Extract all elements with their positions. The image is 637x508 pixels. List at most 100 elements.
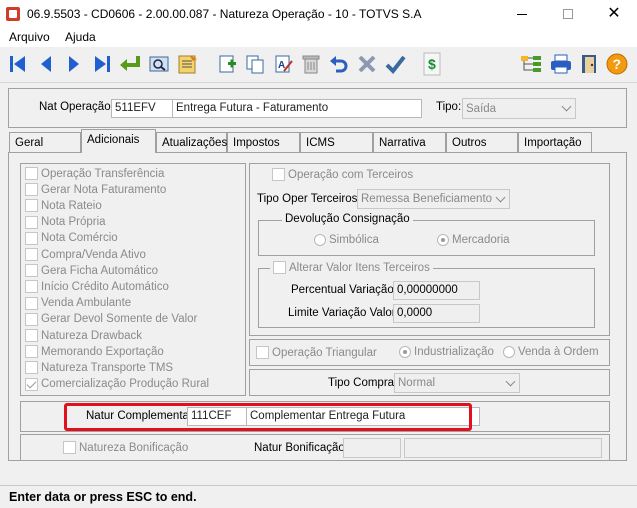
flag-checkbox[interactable]: [25, 345, 38, 359]
exit-button[interactable]: [576, 51, 602, 77]
nat-operacao-desc-field[interactable]: Entrega Futura - Faturamento: [172, 99, 422, 118]
edit-button[interactable]: A: [270, 51, 296, 77]
flag-check-item[interactable]: Gerar Devol Somente de Valor: [25, 312, 197, 326]
flag-check-item[interactable]: Gerar Nota Faturamento: [25, 183, 166, 197]
flags-frame: Operação Transferência Gerar Nota Faturam…: [20, 163, 246, 396]
first-record-button[interactable]: [5, 51, 31, 77]
prev-record-button[interactable]: [33, 51, 59, 77]
natureza-bonificacao-checkbox[interactable]: [63, 441, 76, 454]
flag-label: Gera Ficha Automático: [41, 264, 158, 277]
tab-icms[interactable]: ICMS: [300, 132, 373, 152]
radio-mercadoria-label: Mercadoria: [452, 234, 510, 246]
prev-record-icon: [41, 56, 51, 72]
close-button[interactable]: ✕: [591, 0, 637, 28]
radio-simbolica-icon[interactable]: [314, 234, 326, 246]
flag-check-item[interactable]: Comercialização Produção Rural: [25, 377, 210, 391]
flag-checkbox[interactable]: [25, 312, 38, 326]
tab-adicionais[interactable]: Adicionais: [81, 129, 156, 153]
flag-check-item[interactable]: Compra/Venda Ativo: [25, 248, 146, 261]
tab-atualizacoes[interactable]: Atualizações: [156, 132, 227, 152]
flag-check-item[interactable]: Gera Ficha Automático: [25, 264, 158, 278]
flag-check-item[interactable]: Memorando Exportação: [25, 345, 164, 359]
confirm-button[interactable]: [382, 51, 408, 77]
operacao-triangular-checkbox[interactable]: [256, 346, 269, 359]
flag-checkbox[interactable]: [25, 361, 38, 375]
goto-button[interactable]: [117, 51, 143, 77]
natur-bonificacao-code-field[interactable]: [343, 438, 401, 458]
undo-button[interactable]: [326, 51, 352, 77]
radio-mercadoria-icon[interactable]: [437, 234, 449, 246]
radio-mercadoria[interactable]: Mercadoria: [437, 234, 510, 246]
tab-geral[interactable]: Geral: [9, 132, 81, 152]
terceiros-frame: Operação com Terceiros Tipo Oper Terceir…: [249, 163, 610, 336]
tipo-compra-value: Normal: [398, 377, 436, 389]
flag-checkbox[interactable]: [25, 183, 38, 197]
natur-bonificacao-desc-field[interactable]: [404, 438, 602, 458]
flag-label: Memorando Exportação: [41, 345, 164, 358]
search-button[interactable]: [146, 51, 172, 77]
limite-variacao-field[interactable]: 0,0000: [393, 304, 480, 323]
flag-check-item[interactable]: Nota Rateio: [25, 199, 102, 213]
delete-icon: [302, 55, 320, 74]
list-button[interactable]: [174, 51, 200, 77]
flag-check-item[interactable]: Nota Própria: [25, 215, 106, 229]
help-button[interactable]: ?: [604, 51, 630, 77]
flag-check-item[interactable]: Natureza Drawback: [25, 329, 142, 342]
tree-button[interactable]: [518, 51, 544, 77]
print-button[interactable]: [548, 51, 574, 77]
alterar-valor-check[interactable]: Alterar Valor Itens Terceiros: [270, 261, 433, 274]
flag-checkbox[interactable]: [25, 231, 38, 245]
operacao-terceiros-check[interactable]: Operação com Terceiros: [272, 168, 413, 181]
alterar-valor-checkbox[interactable]: [273, 261, 286, 274]
tab-narrativa[interactable]: Narrativa: [373, 132, 446, 152]
flag-checkbox[interactable]: [25, 377, 38, 391]
flag-checkbox[interactable]: [25, 280, 38, 294]
flag-check-item[interactable]: Nota Comércio: [25, 231, 118, 245]
flag-checkbox[interactable]: [25, 215, 38, 229]
delete-button[interactable]: [298, 51, 324, 77]
flag-label: Comercialização Produção Rural: [41, 378, 210, 391]
tree-icon: [521, 56, 541, 72]
last-record-button[interactable]: [89, 51, 115, 77]
menu-arquivo[interactable]: Arquivo: [9, 30, 50, 44]
operacao-triangular-check[interactable]: Operação Triangular: [256, 346, 377, 359]
flag-checkbox[interactable]: [25, 329, 38, 342]
flag-check-item[interactable]: Operação Transferência: [25, 167, 164, 180]
flag-checkbox[interactable]: [25, 248, 38, 261]
radio-industrializacao[interactable]: Industrialização: [399, 346, 494, 358]
percentual-variacao-field[interactable]: 0,00000000: [393, 281, 480, 300]
currency-button[interactable]: $: [419, 51, 445, 77]
chevron-down-icon: [561, 101, 572, 112]
radio-industrializacao-icon[interactable]: [399, 346, 411, 358]
minimize-button[interactable]: [499, 0, 545, 28]
flag-checkbox[interactable]: [25, 264, 38, 278]
next-record-button[interactable]: [61, 51, 87, 77]
radio-venda-ordem[interactable]: Venda à Ordem: [503, 346, 599, 358]
tipo-oper-terceiros-select[interactable]: Remessa Beneficiamento: [357, 189, 510, 209]
confirm-icon: [385, 55, 406, 75]
copy-button[interactable]: [242, 51, 268, 77]
flag-check-item[interactable]: Início Crédito Automático: [25, 280, 169, 294]
tipo-compra-frame: Tipo Compra: Normal: [249, 369, 610, 396]
menu-ajuda[interactable]: Ajuda: [65, 30, 96, 44]
nat-operacao-code-field[interactable]: 511EFV: [111, 99, 173, 118]
tipo-compra-select[interactable]: Normal: [394, 373, 520, 393]
tab-outros[interactable]: Outros: [446, 132, 518, 152]
tab-importacao[interactable]: Importação: [518, 132, 592, 152]
operacao-terceiros-checkbox[interactable]: [272, 168, 285, 181]
radio-simbolica[interactable]: Simbólica: [314, 234, 379, 246]
svg-text:$: $: [428, 56, 436, 72]
tipo-select[interactable]: Saída: [462, 98, 576, 119]
add-button[interactable]: [214, 51, 240, 77]
flag-check-item[interactable]: Natureza Transporte TMS: [25, 361, 173, 375]
maximize-button[interactable]: [545, 0, 591, 28]
natureza-bonificacao-check[interactable]: Natureza Bonificação: [63, 441, 188, 454]
radio-venda-ordem-icon[interactable]: [503, 346, 515, 358]
cancel-button[interactable]: [354, 51, 380, 77]
tab-impostos[interactable]: Impostos: [227, 132, 300, 152]
flag-check-item[interactable]: Venda Ambulante: [25, 296, 131, 310]
flag-checkbox[interactable]: [25, 199, 38, 213]
flag-checkbox[interactable]: [25, 296, 38, 310]
print-icon: [551, 54, 571, 74]
flag-checkbox[interactable]: [25, 167, 38, 180]
